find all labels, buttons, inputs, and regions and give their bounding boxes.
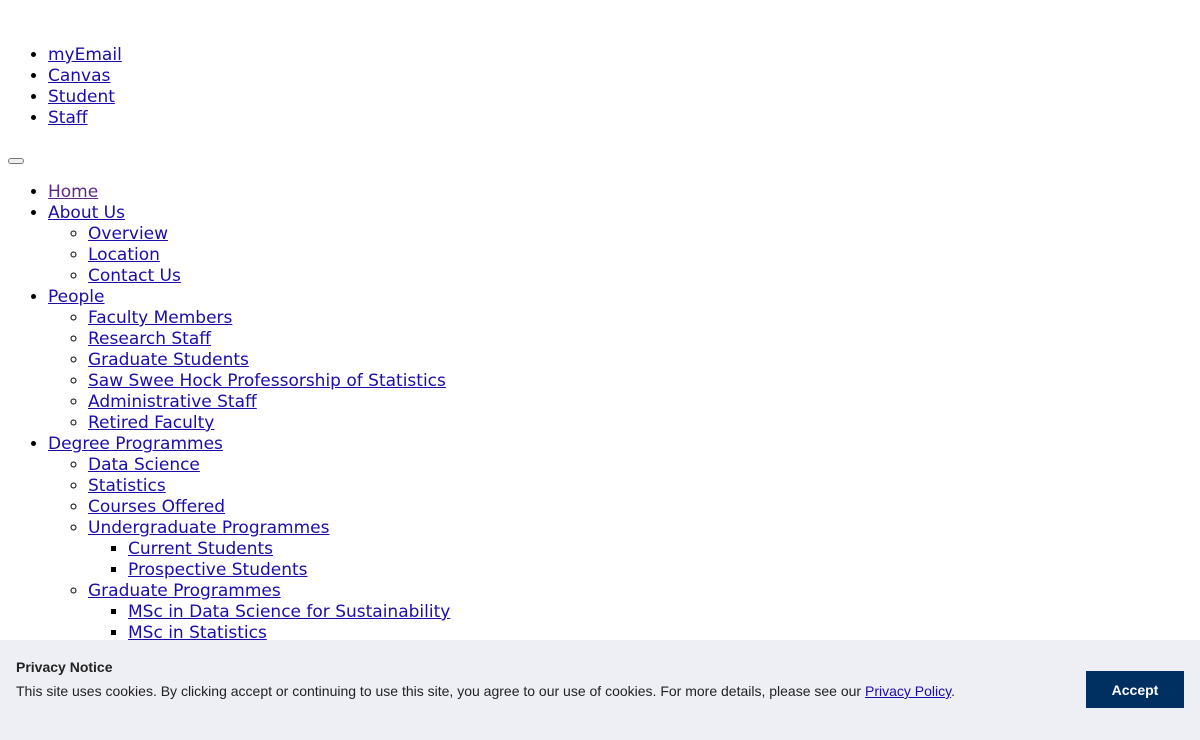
privacy-banner: Privacy Notice This site uses cookies. B… (0, 640, 1200, 740)
submenu-item: MSc in Data Science for Sustainability (128, 602, 450, 623)
nav-link-data-science[interactable]: Data Science (88, 455, 200, 475)
top-link-item: Student (48, 87, 122, 108)
nav-link-graduate-programmes[interactable]: Graduate Programmes (88, 581, 281, 601)
nav-link-research-staff[interactable]: Research Staff (88, 329, 211, 349)
nav-link-contact-us[interactable]: Contact Us (88, 266, 181, 286)
accept-button[interactable]: Accept (1086, 671, 1184, 708)
submenu-item: Courses Offered (88, 497, 450, 518)
nav-link-undergraduate-programmes[interactable]: Undergraduate Programmes (88, 518, 329, 538)
nav-item-about-us: About Us Overview Location Contact Us (48, 203, 450, 287)
submenu-item: Faculty Members (88, 308, 450, 329)
privacy-text-end: . (951, 683, 955, 699)
nav-item-people: People Faculty Members Research Staff Gr… (48, 287, 450, 434)
submenu-item: Graduate Programmes MSc in Data Science … (88, 581, 450, 644)
main-nav: Home About Us Overview Location Contact … (8, 182, 450, 644)
top-link-item: Staff (48, 108, 122, 129)
nav-link-retired-faculty[interactable]: Retired Faculty (88, 413, 214, 433)
submenu-item: Research Staff (88, 329, 450, 350)
submenu-item: Current Students (128, 539, 450, 560)
top-link-item: Canvas (48, 66, 122, 87)
canvas-link[interactable]: Canvas (48, 66, 110, 86)
submenu-item: Graduate Students (88, 350, 450, 371)
nav-link-faculty-members[interactable]: Faculty Members (88, 308, 232, 328)
people-submenu: Faculty Members Research Staff Graduate … (48, 308, 450, 434)
privacy-text: This site uses cookies. By clicking acce… (16, 683, 955, 699)
privacy-text-body: This site uses cookies. By clicking acce… (16, 683, 865, 699)
nav-link-professorship[interactable]: Saw Swee Hock Professorship of Statistic… (88, 371, 446, 391)
submenu-item: Data Science (88, 455, 450, 476)
submenu-item: Administrative Staff (88, 392, 450, 413)
staff-link[interactable]: Staff (48, 108, 88, 128)
menu-toggle-button[interactable] (8, 158, 24, 164)
submenu-item: Overview (88, 224, 450, 245)
submenu-item: Statistics (88, 476, 450, 497)
submenu-item: Location (88, 245, 450, 266)
myemail-link[interactable]: myEmail (48, 45, 122, 65)
nav-link-administrative-staff[interactable]: Administrative Staff (88, 392, 257, 412)
nav-item-home: Home (48, 182, 450, 203)
nav-link-msc-data-science-sustainability[interactable]: MSc in Data Science for Sustainability (128, 602, 450, 622)
nav-link-prospective-students[interactable]: Prospective Students (128, 560, 308, 580)
student-link[interactable]: Student (48, 87, 115, 107)
privacy-policy-link[interactable]: Privacy Policy (865, 683, 951, 699)
nav-link-statistics[interactable]: Statistics (88, 476, 166, 496)
about-us-submenu: Overview Location Contact Us (48, 224, 450, 287)
submenu-item: Prospective Students (128, 560, 450, 581)
nav-item-degree-programmes: Degree Programmes Data Science Statistic… (48, 434, 450, 644)
nav-link-about-us[interactable]: About Us (48, 203, 125, 223)
undergraduate-submenu: Current Students Prospective Students (88, 539, 450, 581)
nav-link-courses-offered[interactable]: Courses Offered (88, 497, 225, 517)
submenu-item: Saw Swee Hock Professorship of Statistic… (88, 371, 450, 392)
top-link-item: myEmail (48, 45, 122, 66)
submenu-item: Contact Us (88, 266, 450, 287)
submenu-item: Retired Faculty (88, 413, 450, 434)
nav-link-current-students[interactable]: Current Students (128, 539, 273, 559)
privacy-title: Privacy Notice (16, 659, 113, 675)
top-links-list: myEmail Canvas Student Staff (8, 45, 122, 129)
nav-link-people[interactable]: People (48, 287, 104, 307)
nav-link-graduate-students[interactable]: Graduate Students (88, 350, 249, 370)
nav-link-location[interactable]: Location (88, 245, 160, 265)
nav-link-overview[interactable]: Overview (88, 224, 168, 244)
graduate-submenu: MSc in Data Science for Sustainability M… (88, 602, 450, 644)
nav-link-degree-programmes[interactable]: Degree Programmes (48, 434, 223, 454)
degree-programmes-submenu: Data Science Statistics Courses Offered … (48, 455, 450, 644)
submenu-item: Undergraduate Programmes Current Student… (88, 518, 450, 581)
nav-link-home[interactable]: Home (48, 182, 98, 202)
